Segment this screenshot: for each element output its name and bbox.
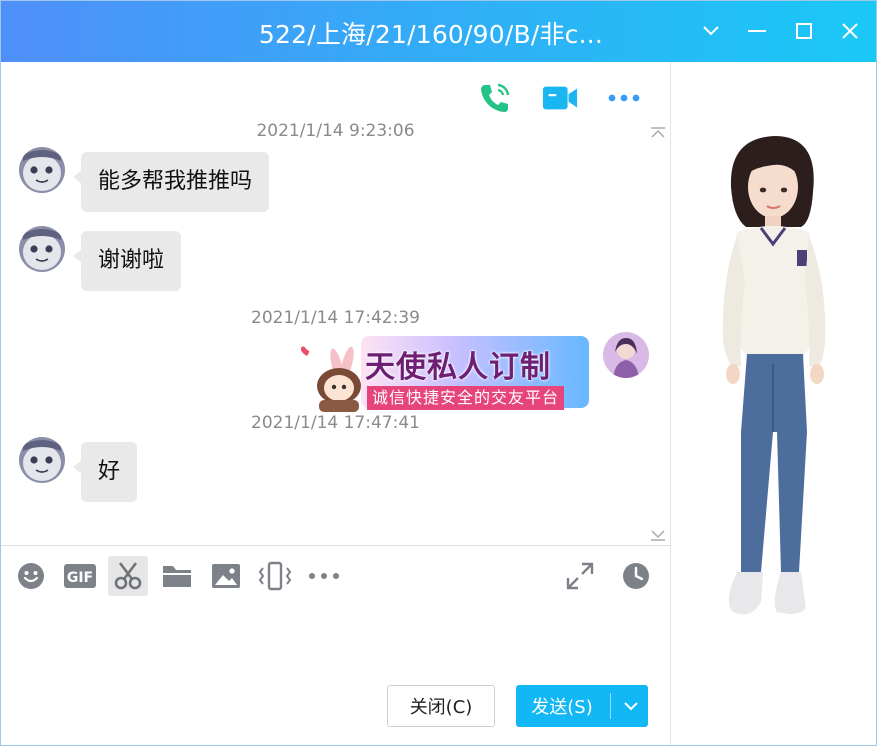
close-icon[interactable] <box>835 16 865 46</box>
avatar-character-image <box>722 136 826 615</box>
send-options-chevron-icon[interactable] <box>614 685 648 727</box>
divider <box>1 545 670 546</box>
phone-call-icon[interactable] <box>477 80 513 116</box>
message-bubble[interactable]: 能多帮我推推吗 <box>72 152 270 212</box>
minimize-icon[interactable] <box>742 16 772 46</box>
more-icon[interactable] <box>606 80 642 116</box>
chat-header-toolbar <box>1 62 670 126</box>
sticker-message[interactable]: 天使私人订制 诚信快捷安全的交友平台 <box>301 336 591 414</box>
message-input[interactable] <box>11 601 661 675</box>
send-button[interactable]: 发送(S) <box>516 685 648 727</box>
window-title: 522/上海/21/160/90/B/非c... <box>258 20 604 49</box>
input-toolbar: GIF <box>1 553 670 599</box>
message-bubble[interactable]: 谢谢啦 <box>72 231 182 291</box>
history-clock-icon[interactable] <box>616 556 656 596</box>
message-timestamp: 2021/1/14 17:47:41 <box>251 413 420 433</box>
emoji-icon[interactable] <box>11 556 51 596</box>
avatar[interactable] <box>19 226 65 272</box>
gif-icon[interactable]: GIF <box>60 556 100 596</box>
scroll-to-bottom-icon[interactable] <box>650 529 666 541</box>
video-call-icon[interactable] <box>542 80 578 116</box>
sticker-subtitle: 诚信快捷安全的交友平台 <box>367 386 565 410</box>
expand-icon[interactable] <box>560 556 600 596</box>
avatar[interactable] <box>19 437 65 483</box>
folder-icon[interactable] <box>157 556 197 596</box>
shake-icon[interactable] <box>255 556 295 596</box>
message-list[interactable]: 2021/1/14 9:23:06 能多帮我推推吗 谢谢啦 2021/1/14 … <box>1 119 670 545</box>
more-tools-icon[interactable] <box>304 556 344 596</box>
avatar[interactable] <box>19 147 65 193</box>
chat-window: 522/上海/21/160/90/B/非c... 2021/1/14 9:23:… <box>0 0 877 746</box>
chevron-down-icon[interactable] <box>696 16 726 46</box>
cartoon-girl-icon <box>301 346 361 412</box>
side-panel <box>670 62 876 745</box>
message-bubble[interactable]: 好 <box>72 442 138 502</box>
image-icon[interactable] <box>206 556 246 596</box>
scroll-to-top-icon[interactable] <box>650 127 666 139</box>
message-timestamp: 2021/1/14 9:23:06 <box>256 121 415 141</box>
send-button-label: 发送(S) <box>531 697 593 718</box>
title-bar[interactable]: 522/上海/21/160/90/B/非c... <box>1 1 876 62</box>
my-avatar[interactable] <box>603 332 649 378</box>
scissors-icon[interactable] <box>108 556 148 596</box>
message-timestamp: 2021/1/14 17:42:39 <box>251 308 420 328</box>
sticker-title: 天使私人订制 <box>365 350 551 385</box>
maximize-icon[interactable] <box>789 16 819 46</box>
close-button[interactable]: 关闭(C) <box>387 685 495 727</box>
svg-text:GIF: GIF <box>67 570 93 586</box>
